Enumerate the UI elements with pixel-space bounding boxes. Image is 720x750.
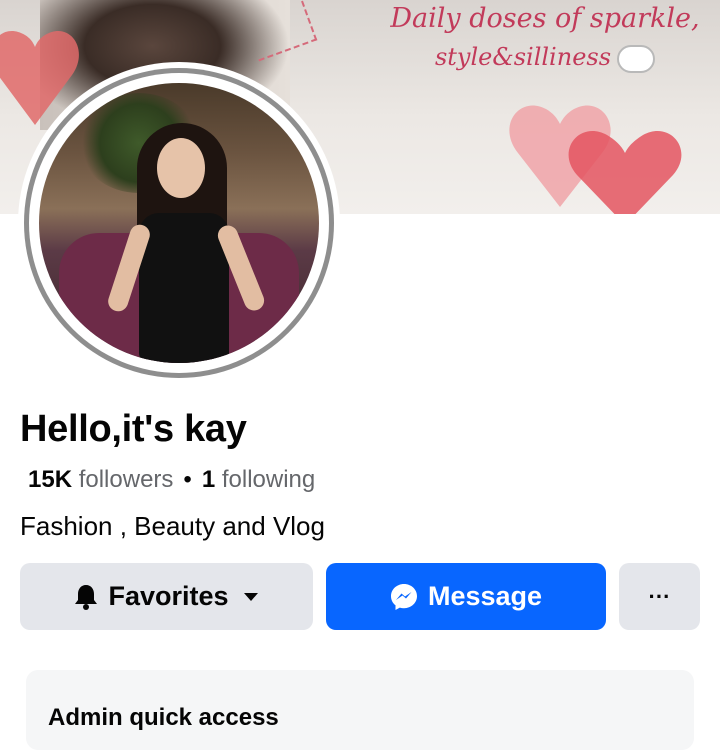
favorites-label: Favorites — [108, 581, 229, 611]
message-label: Message — [427, 581, 543, 611]
favorites-button[interactable]: Favorites — [20, 563, 313, 630]
more-dots-icon: ··· — [648, 583, 671, 609]
cover-caption: Daily doses of sparkle, style&silliness — [380, 0, 710, 76]
admin-quick-access-card[interactable]: Admin quick access — [26, 670, 694, 750]
admin-quick-access-title: Admin quick access — [48, 704, 279, 731]
avatar-photo — [39, 83, 319, 363]
cover-caption-line1: Daily doses of sparkle, — [390, 3, 700, 34]
follow-stats: 15K followers • 1 following — [28, 466, 315, 494]
profile-picture[interactable] — [18, 62, 340, 384]
message-button[interactable]: Message — [326, 563, 606, 630]
avatar-dress — [139, 213, 229, 363]
following-label: following — [221, 466, 316, 493]
heart-decoration-red — [568, 130, 682, 214]
messenger-icon — [390, 583, 418, 611]
bell-icon — [74, 584, 98, 610]
followers-link[interactable]: 15K followers — [28, 466, 173, 493]
followers-label: followers — [78, 466, 174, 493]
following-count: 1 — [201, 466, 216, 493]
more-options-button[interactable]: ··· — [619, 563, 700, 630]
stats-separator: • — [183, 466, 192, 493]
cover-caption-line2: style&silliness — [434, 43, 612, 71]
thought-bubble-icon — [617, 44, 656, 73]
profile-bio: Fashion , Beauty and Vlog — [20, 511, 325, 541]
caret-down-icon — [243, 592, 259, 602]
profile-name: Hello,it's kay — [20, 408, 247, 450]
avatar-story-ring — [24, 68, 334, 378]
avatar-face — [157, 138, 205, 198]
followers-count: 15K — [28, 466, 73, 493]
avatar-inner-ring — [29, 73, 329, 373]
following-link[interactable]: 1 following — [202, 466, 315, 493]
